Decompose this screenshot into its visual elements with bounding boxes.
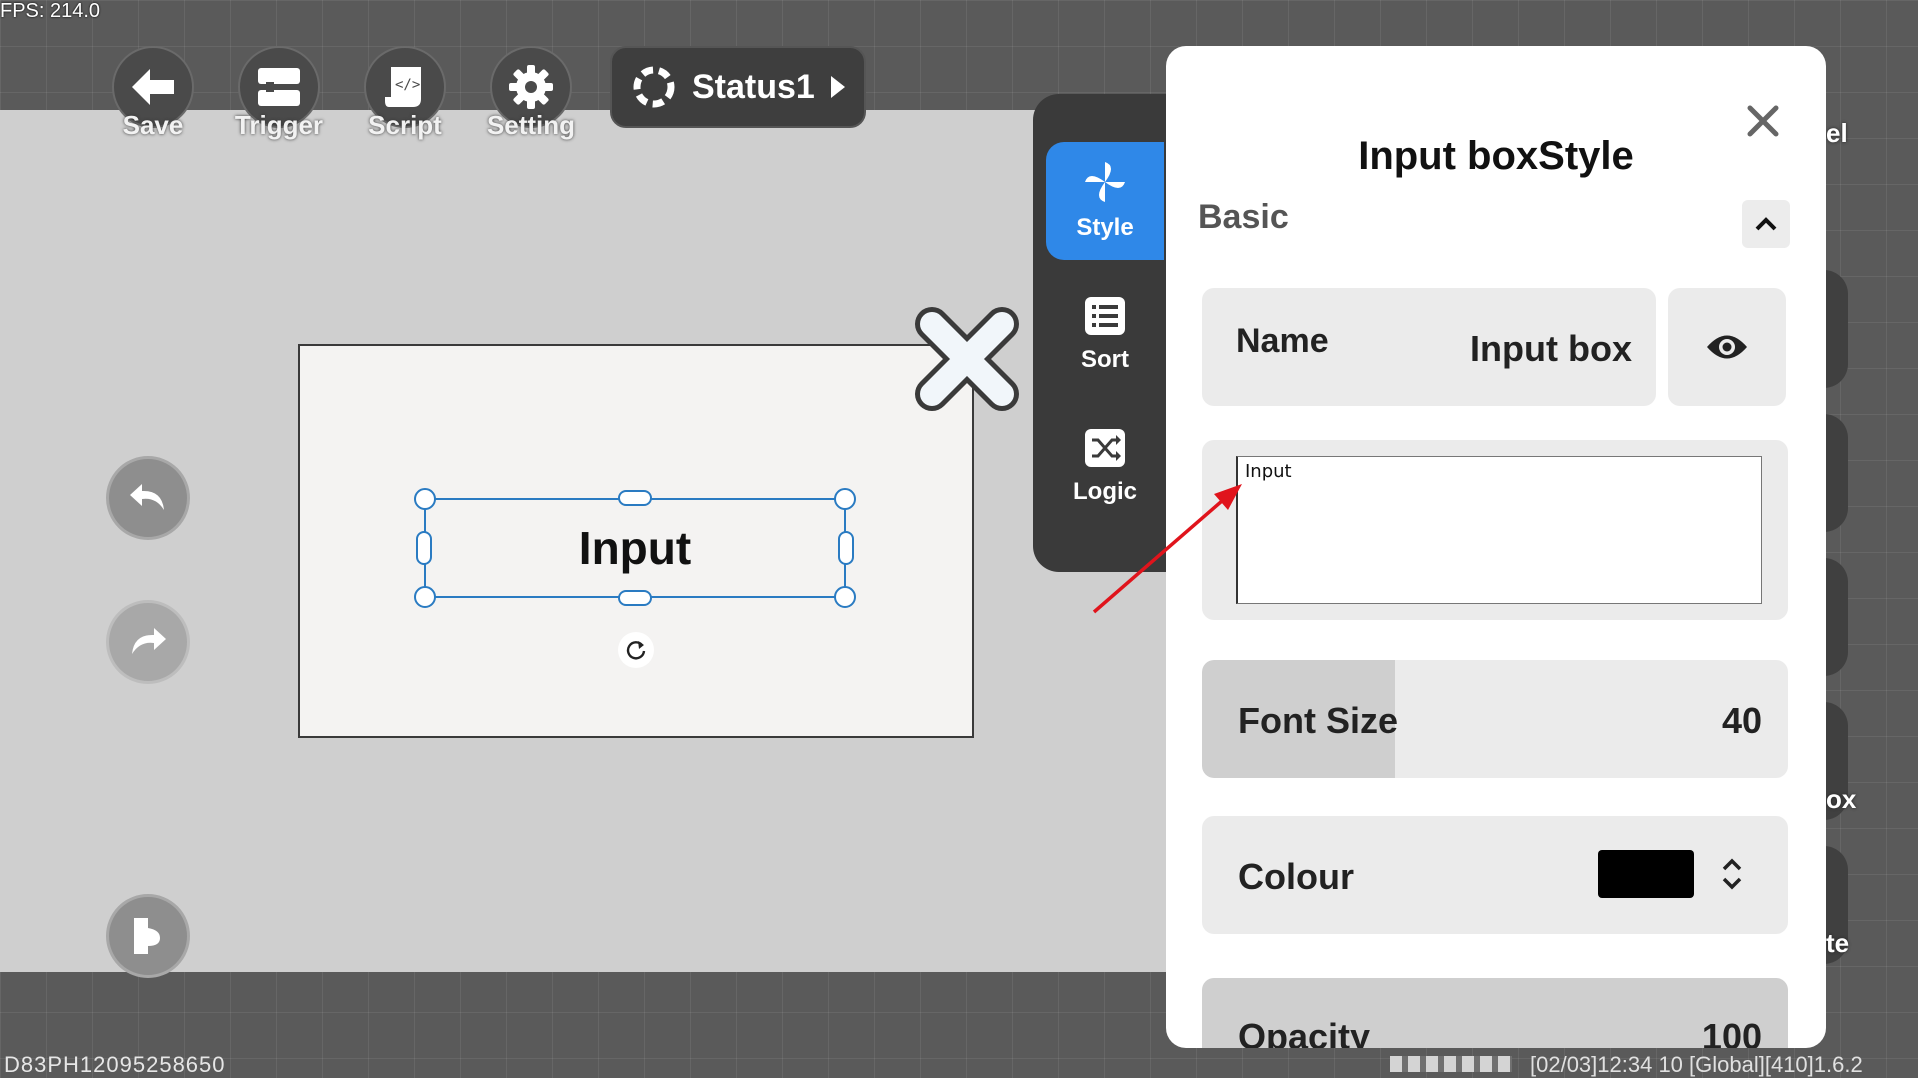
- panel-title: Input boxStyle: [1358, 134, 1634, 178]
- pinwheel-icon: [1085, 162, 1125, 202]
- setting-label: Setting: [486, 110, 576, 140]
- tab-sort-label: Sort: [1081, 346, 1129, 373]
- status-label: Status1: [692, 67, 815, 106]
- undo-button[interactable]: [106, 456, 190, 540]
- opacity-value: 100: [1701, 1016, 1762, 1048]
- opacity-label: Opacity: [1238, 1016, 1371, 1048]
- svg-text:</>: </>: [395, 77, 420, 93]
- resize-handle-left[interactable]: [416, 531, 432, 565]
- resize-handle-top-left[interactable]: [414, 488, 436, 510]
- save-button[interactable]: Save: [108, 46, 198, 141]
- section-title-basic: Basic: [1198, 198, 1289, 236]
- colour-swatch[interactable]: [1598, 850, 1694, 898]
- resize-handle-top[interactable]: [618, 490, 652, 506]
- script-label: Script: [368, 110, 442, 140]
- close-x-icon: [915, 307, 1019, 411]
- status-selector[interactable]: Status1: [610, 46, 866, 128]
- collapse-section-button[interactable]: [1742, 200, 1790, 248]
- play-preview-button[interactable]: [106, 894, 190, 978]
- list-icon: [1085, 297, 1125, 335]
- script-button[interactable]: </> Script: [360, 46, 450, 141]
- setting-button[interactable]: Setting: [486, 46, 576, 141]
- chevron-up-icon: [1755, 217, 1777, 231]
- edge-label: te: [1826, 928, 1850, 958]
- style-panel: Input boxStyle Basic Name Input box Inpu…: [1166, 46, 1826, 1048]
- close-icon: [1747, 105, 1779, 137]
- save-label: Save: [122, 110, 184, 140]
- redacted-text: [1390, 1056, 1512, 1072]
- card-delete-button[interactable]: [912, 304, 1022, 414]
- tab-style[interactable]: Style: [1046, 142, 1164, 260]
- colour-picker-toggle[interactable]: [1714, 852, 1750, 896]
- font-size-value: 40: [1721, 700, 1762, 741]
- trigger-button[interactable]: Trigger: [234, 46, 324, 141]
- trigger-label: Trigger: [234, 110, 324, 140]
- input-element-text[interactable]: Input: [424, 498, 846, 598]
- edge-label: ox: [1826, 784, 1857, 814]
- edge-label: el: [1826, 118, 1848, 148]
- resize-handle-bottom-right[interactable]: [834, 586, 856, 608]
- visibility-toggle-button[interactable]: [1668, 288, 1786, 406]
- redo-button[interactable]: [106, 600, 190, 684]
- panel-close-button[interactable]: [1738, 96, 1788, 146]
- colour-label: Colour: [1238, 856, 1354, 897]
- tab-sort[interactable]: Sort: [1046, 276, 1164, 394]
- name-value[interactable]: Input box: [1400, 328, 1632, 370]
- resize-handle-top-right[interactable]: [834, 488, 856, 510]
- flag-door-icon: [134, 918, 160, 954]
- resize-handle-bottom-left[interactable]: [414, 586, 436, 608]
- status-ring-icon: [633, 66, 675, 108]
- resize-handle-right[interactable]: [838, 531, 854, 565]
- text-content-input[interactable]: Input: [1236, 456, 1762, 604]
- annotation-arrow: [1092, 484, 1242, 614]
- device-id: D83PH12095258650: [4, 1052, 226, 1077]
- shuffle-icon: [1085, 429, 1125, 467]
- fps-counter: FPS: 214.0: [0, 0, 101, 22]
- font-size-label: Font Size: [1238, 700, 1398, 741]
- undo-icon: [130, 484, 164, 510]
- resize-handle-bottom[interactable]: [618, 590, 652, 606]
- chevron-up-down-icon: [1722, 858, 1742, 890]
- rotate-handle[interactable]: [618, 632, 654, 668]
- tab-style-label: Style: [1076, 214, 1134, 241]
- footer-info: [02/03]12:34 10 [Global][410]1.6.2: [1530, 1052, 1863, 1077]
- name-label: Name: [1236, 322, 1329, 360]
- redo-icon: [132, 628, 166, 654]
- rotate-icon: [626, 641, 646, 660]
- eye-icon: [1707, 335, 1747, 359]
- play-triangle-icon: [830, 76, 845, 98]
